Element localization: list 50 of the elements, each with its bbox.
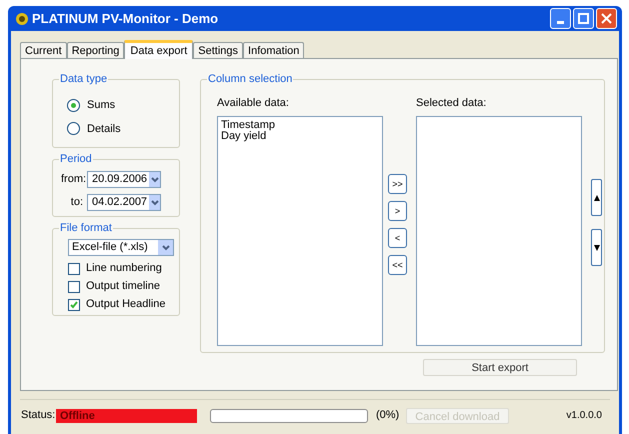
tab[interactable]: Settings [193, 42, 244, 58]
close-icon [601, 13, 612, 24]
date-label: to: [70, 195, 84, 210]
checkbox-label: Output timeline [86, 279, 160, 294]
triangle-down-icon [594, 244, 600, 250]
transfer-button[interactable]: < [388, 228, 407, 248]
transfer-button[interactable]: >> [388, 174, 407, 194]
tab[interactable]: Data export [124, 40, 194, 59]
progress-reading: (0%) [376, 408, 400, 424]
date-dropdown[interactable]: 04.02.2007 [87, 194, 161, 211]
transfer-button[interactable]: << [388, 255, 407, 275]
radio-button[interactable] [67, 122, 80, 136]
tab[interactable]: Reporting [66, 42, 124, 58]
tab[interactable]: Current [20, 42, 67, 58]
radio-label: Sums [87, 98, 116, 113]
date-dropdown[interactable]: 20.09.2006 [87, 171, 161, 188]
minimize-icon [557, 21, 564, 24]
available-list[interactable]: Timestamp Day yield [217, 116, 383, 346]
radio-label: Details [87, 122, 121, 136]
list-label: Selected data: [416, 96, 488, 111]
chevron-down-icon [150, 176, 159, 182]
move-up-button[interactable] [591, 179, 602, 216]
date-label: from: [61, 172, 87, 188]
move-down-button[interactable] [591, 229, 602, 266]
window-title: PLATINUM PV-Monitor - Demo [32, 10, 218, 28]
triangle-up-icon [594, 194, 600, 200]
radio-button[interactable] [67, 98, 80, 112]
version-label: v1.0.0.0 [566, 409, 602, 423]
list-item[interactable]: Day yield [221, 130, 379, 142]
chevron-down-icon [162, 244, 170, 250]
checkbox-label: Line numbering [86, 261, 162, 276]
list-label: Available data: [217, 96, 290, 111]
checkbox[interactable] [68, 262, 80, 274]
status-indicator: Offline [56, 408, 197, 422]
status-label: Status: [21, 408, 56, 424]
checkbox[interactable] [68, 280, 80, 292]
transfer-button[interactable]: > [388, 201, 407, 221]
list-item[interactable]: Timestamp [221, 120, 379, 130]
checkbox[interactable] [68, 298, 80, 310]
maximize-icon [578, 13, 589, 24]
format-dropdown[interactable]: Excel-file (*.xls) [68, 239, 174, 256]
maximize-button[interactable] [573, 8, 594, 29]
chevron-down-icon [150, 200, 159, 206]
close-button[interactable] [596, 8, 617, 29]
start-export-button[interactable]: Start export [423, 359, 577, 376]
tab[interactable]: Infomation [243, 42, 304, 58]
minimize-button[interactable] [550, 8, 571, 29]
group-title: Data type [59, 72, 108, 86]
sun-icon [15, 12, 29, 26]
checkbox-label: Output Headline [86, 297, 166, 312]
